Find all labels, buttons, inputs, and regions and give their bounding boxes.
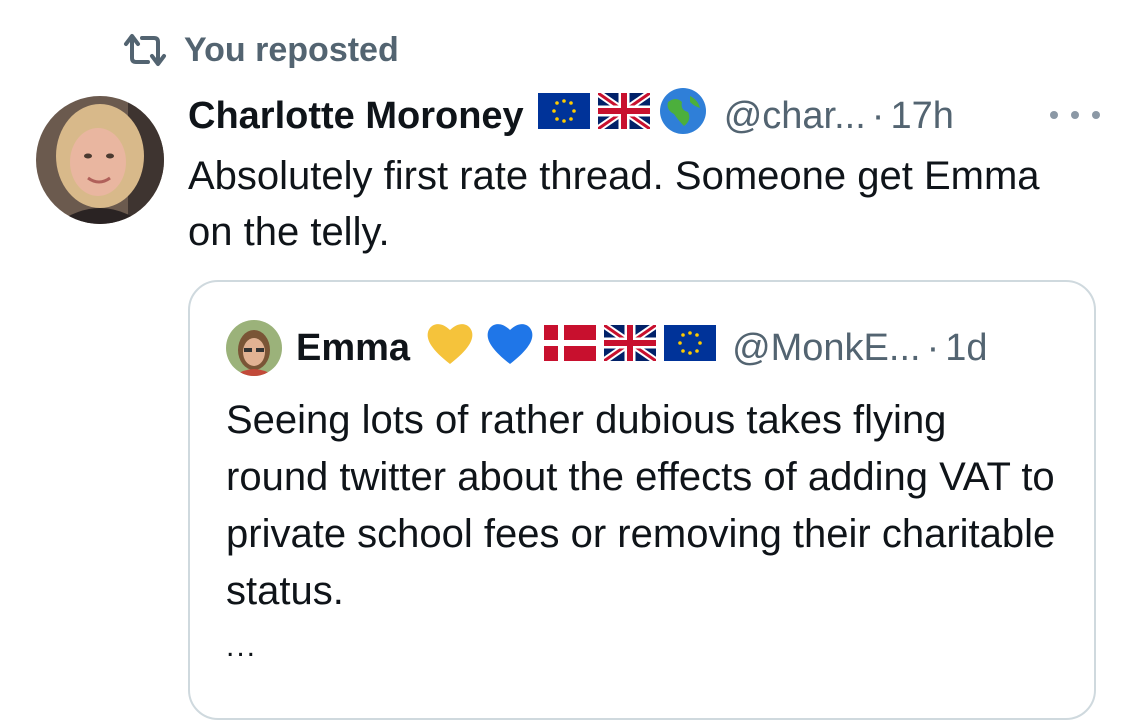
author-handle[interactable]: @char... — [724, 95, 866, 138]
avatar[interactable] — [36, 96, 164, 224]
globe-icon — [658, 86, 708, 146]
quoted-tweet-text: Seeing lots of rather dubious takes flyi… — [226, 398, 1056, 613]
quoted-tweet[interactable]: Emma @MonkE... · 1d Seeing lots of rathe… — [188, 280, 1096, 720]
quoted-tweet-header: Emma @MonkE... · 1d — [226, 320, 988, 376]
eu-flag-icon — [664, 325, 717, 371]
quoted-author-name[interactable]: Emma — [296, 327, 410, 370]
tweet-header: Charlotte Moroney @char... · 17h — [188, 88, 954, 144]
more-options-icon[interactable] — [1050, 100, 1100, 130]
author-name[interactable]: Charlotte Moroney — [188, 95, 524, 138]
yellow-heart-icon — [424, 320, 476, 376]
separator: · — [926, 326, 940, 369]
uk-flag-icon — [602, 322, 659, 371]
denmark-flag-icon — [544, 325, 597, 371]
timestamp[interactable]: 17h — [890, 95, 953, 138]
separator: · — [871, 94, 885, 137]
eu-flag-icon — [537, 93, 590, 139]
uk-flag-icon — [595, 90, 652, 139]
quoted-timestamp[interactable]: 1d — [945, 327, 987, 370]
repost-label: You reposted — [184, 30, 399, 69]
repost-icon — [124, 34, 166, 66]
repost-indicator: You reposted — [120, 30, 399, 70]
quoted-avatar — [226, 320, 282, 376]
show-more-ellipsis[interactable]: ... — [226, 630, 257, 664]
blue-heart-icon — [484, 320, 536, 376]
tweet-text: Absolutely first rate thread. Someone ge… — [188, 154, 1040, 254]
quoted-author-handle[interactable]: @MonkE... — [732, 327, 921, 370]
